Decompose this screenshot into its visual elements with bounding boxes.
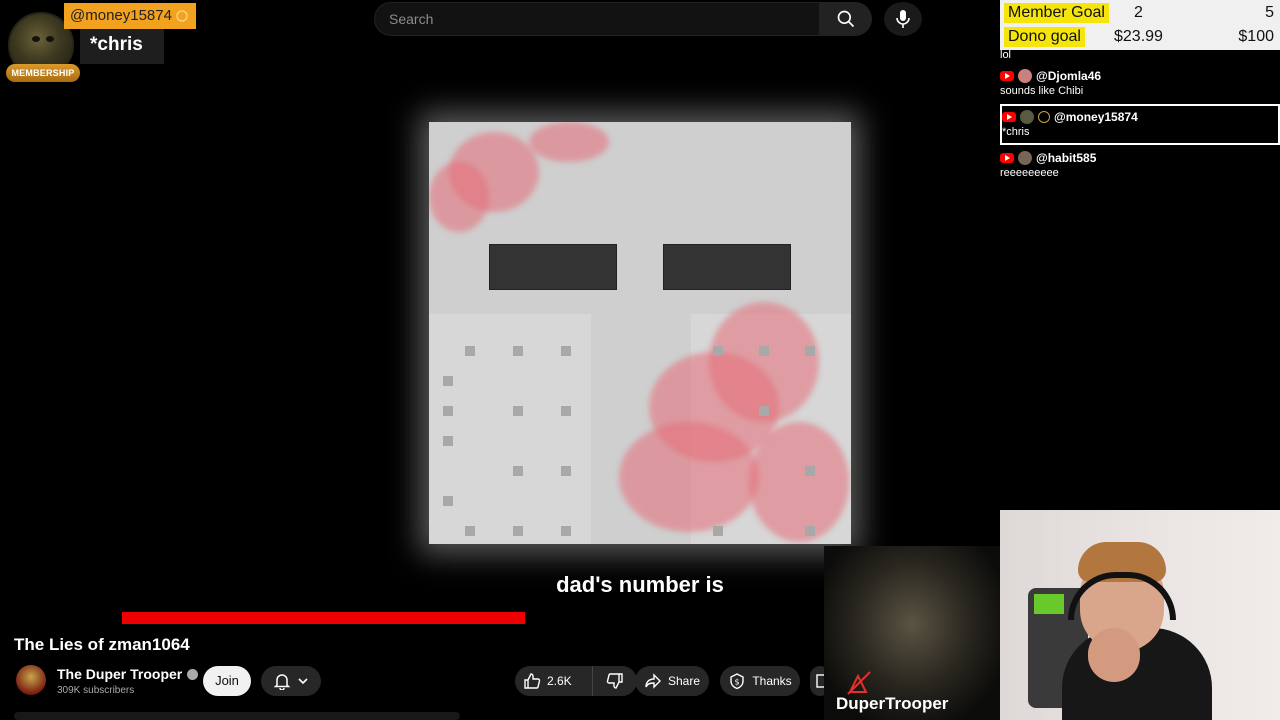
svg-text:$: $	[735, 678, 740, 687]
dono-goal-label: Dono goal	[1004, 27, 1085, 47]
subscriber-count: 309K subscribers	[57, 685, 135, 696]
member-goal-label: Member Goal	[1004, 3, 1109, 23]
chat-message-text: *chris	[1002, 126, 1030, 138]
chat-username: @Djomla46	[1036, 69, 1102, 83]
search-button[interactable]	[820, 2, 872, 36]
thanks-icon: $	[730, 673, 745, 690]
video-title: The Lies of zman1064	[14, 635, 190, 654]
like-count: 2.6K	[547, 674, 572, 688]
chat-message: @habit585 reeeeeeeee	[1000, 151, 1280, 179]
member-username: @money15874	[70, 7, 172, 24]
chevron-down-icon	[298, 678, 308, 685]
chat-message: @Djomla46 sounds like Chibi	[1000, 69, 1280, 97]
chat-message-text: sounds like Chibi	[1000, 85, 1084, 97]
frame-window-left	[489, 244, 617, 290]
chat-avatar	[1020, 110, 1034, 124]
video-progress-bar[interactable]	[122, 612, 525, 624]
youtube-icon	[1002, 112, 1016, 122]
member-badge-icon	[176, 10, 188, 22]
description-bar	[14, 712, 460, 720]
member-goal-row: Member Goal 2 5	[1000, 2, 1280, 26]
dislike-button[interactable]	[593, 666, 637, 696]
verified-icon	[187, 668, 199, 680]
thanks-button[interactable]: $ Thanks	[720, 666, 800, 696]
channel-name-row[interactable]: The Duper Trooper	[57, 666, 199, 682]
voice-search-button[interactable]	[884, 2, 922, 36]
notification-button[interactable]	[261, 666, 321, 696]
thumbs-up-icon	[524, 673, 541, 689]
chat-message-text: lol	[1000, 49, 1012, 61]
search-input[interactable]	[374, 2, 820, 36]
microphone-icon	[896, 10, 910, 28]
share-label: Share	[667, 674, 701, 688]
dono-goal-target: $100	[1238, 28, 1274, 45]
member-badge-icon	[1038, 111, 1050, 123]
youtube-icon	[1000, 71, 1014, 81]
member-goal-target: 5	[1265, 4, 1274, 21]
member-username-tag: @money15874	[64, 3, 196, 29]
dono-goal-current: $23.99	[1114, 28, 1163, 45]
membership-badge: MEMBERSHIP	[6, 64, 80, 82]
chat-username: @money15874	[1054, 110, 1138, 124]
search-icon	[837, 10, 855, 28]
channel-avatar[interactable]	[16, 665, 46, 695]
goals-overlay: Member Goal 2 5 Dono goal $23.99 $100	[1000, 0, 1280, 50]
thumbs-down-icon	[606, 673, 623, 689]
thanks-label: Thanks	[752, 674, 792, 688]
chat-overflow-line: lol	[1000, 49, 1280, 61]
member-message: *chris	[80, 29, 164, 64]
video-frame[interactable]	[429, 122, 851, 544]
chat-username: @habit585	[1036, 151, 1097, 165]
bell-icon	[273, 674, 291, 690]
chat-message-text: reeeeeeeee	[1000, 167, 1059, 179]
like-button[interactable]: 2.6K	[515, 666, 593, 696]
streamer-cam-label: DuperTrooper	[836, 694, 949, 713]
like-dislike-group: 2.6K	[515, 666, 637, 696]
chat-avatar	[1018, 151, 1032, 165]
frame-window-right	[663, 244, 791, 290]
channel-name[interactable]: The Duper Trooper	[57, 666, 182, 682]
chat-avatar	[1018, 69, 1032, 83]
chat-message-highlighted: @money15874 *chris	[1000, 104, 1280, 145]
search-bar	[374, 2, 872, 36]
streamer-webcam	[1000, 510, 1280, 720]
share-button[interactable]: Share	[635, 666, 709, 696]
youtube-icon	[1000, 153, 1014, 163]
member-goal-current: 2	[1134, 4, 1143, 21]
dono-goal-row: Dono goal $23.99 $100	[1000, 26, 1280, 50]
join-button[interactable]: Join	[203, 666, 251, 696]
share-icon	[645, 673, 661, 689]
